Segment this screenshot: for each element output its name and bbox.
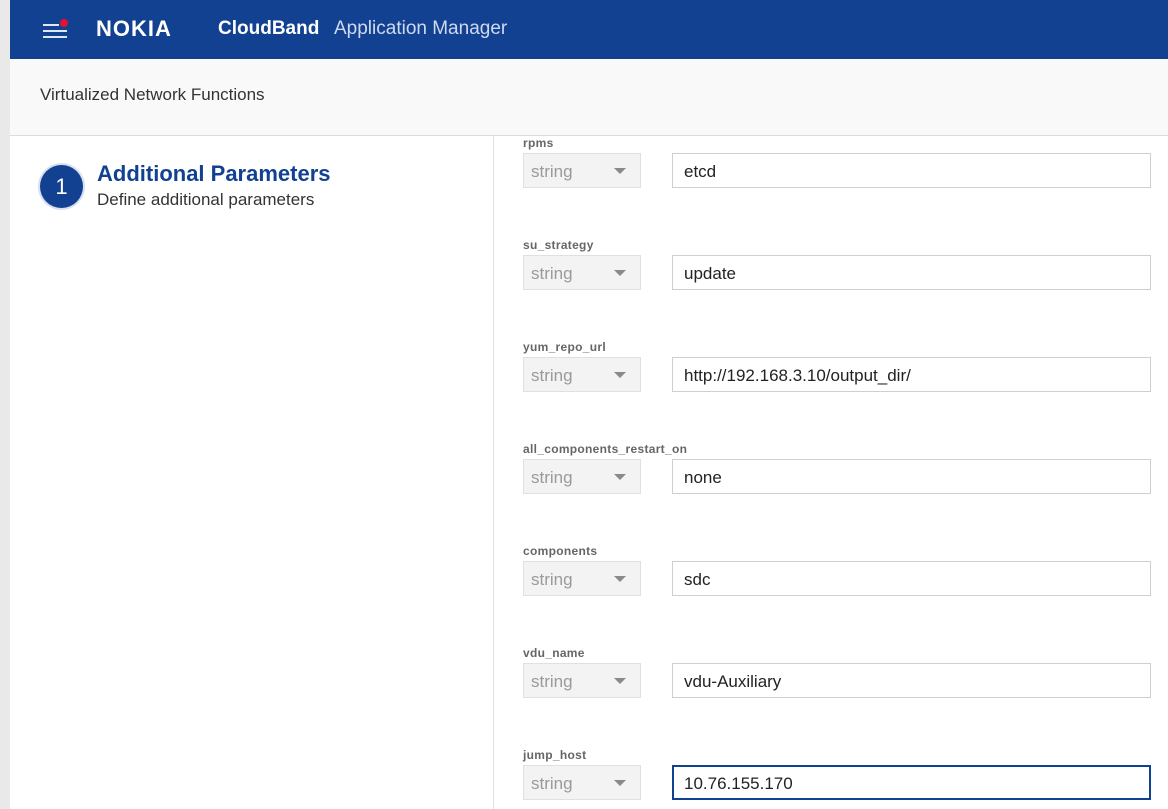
type-value: string: [531, 570, 573, 589]
type-value: string: [531, 468, 573, 487]
param-row-su-strategy: su_strategy string update: [494, 238, 1168, 308]
chevron-down-icon: [614, 678, 626, 684]
type-dropdown[interactable]: string: [523, 663, 641, 698]
chevron-down-icon: [614, 780, 626, 786]
param-value-text: sdc: [684, 570, 711, 589]
param-value-text: vdu-Auxiliary: [684, 672, 782, 691]
param-value-text: etcd: [684, 162, 717, 181]
param-value-input[interactable]: vdu-Auxiliary: [672, 663, 1151, 698]
param-label: components: [523, 544, 598, 558]
wizard-steps-panel: 1 Additional Parameters Define additiona…: [10, 136, 494, 809]
chevron-down-icon: [614, 474, 626, 480]
chevron-down-icon: [614, 270, 626, 276]
hamburger-menu-icon[interactable]: [43, 18, 69, 40]
param-value-input[interactable]: 10.76.155.170: [672, 765, 1151, 800]
param-row-rpms: rpms string etcd: [494, 136, 1168, 206]
param-label: all_components_restart_on: [523, 442, 688, 456]
param-value-text: update: [684, 264, 736, 283]
parameters-form: rpms string etcd su_strategy string upda…: [494, 136, 1168, 809]
top-navigation-bar: NOKIA CloudBand Application Manager: [10, 0, 1168, 59]
param-label: yum_repo_url: [523, 340, 606, 354]
param-value-text: none: [684, 468, 722, 487]
type-dropdown[interactable]: string: [523, 255, 641, 290]
notification-dot: [60, 19, 68, 27]
type-dropdown[interactable]: string: [523, 561, 641, 596]
application-name: Application Manager: [334, 18, 508, 39]
chevron-down-icon: [614, 168, 626, 174]
param-row-all-components-restart-on: all_components_restart_on string none: [494, 442, 1168, 512]
type-dropdown[interactable]: string: [523, 765, 641, 800]
param-row-yum-repo-url: yum_repo_url string http://192.168.3.10/…: [494, 340, 1168, 410]
param-value-text: http://192.168.3.10/output_dir/: [684, 366, 911, 385]
type-value: string: [531, 264, 573, 283]
type-dropdown[interactable]: string: [523, 153, 641, 188]
param-label: jump_host: [523, 748, 587, 762]
param-value-text: 10.76.155.170: [684, 774, 793, 793]
page-header: Virtualized Network Functions: [10, 59, 1168, 136]
type-value: string: [531, 162, 573, 181]
product-name: CloudBand: [218, 18, 320, 39]
type-value: string: [531, 366, 573, 385]
param-row-jump-host: jump_host string 10.76.155.170: [494, 748, 1168, 809]
step-subtitle: Define additional parameters: [97, 190, 315, 209]
param-label: su_strategy: [523, 238, 594, 252]
chevron-down-icon: [614, 372, 626, 378]
param-value-input[interactable]: sdc: [672, 561, 1151, 596]
step-number-badge: 1: [40, 165, 83, 208]
page-title: Virtualized Network Functions: [40, 85, 265, 104]
type-value: string: [531, 774, 573, 793]
param-row-vdu-name: vdu_name string vdu-Auxiliary: [494, 646, 1168, 716]
chevron-down-icon: [614, 576, 626, 582]
param-label: rpms: [523, 136, 554, 150]
type-dropdown[interactable]: string: [523, 459, 641, 494]
param-value-input[interactable]: none: [672, 459, 1151, 494]
type-value: string: [531, 672, 573, 691]
param-value-input[interactable]: http://192.168.3.10/output_dir/: [672, 357, 1151, 392]
param-value-input[interactable]: update: [672, 255, 1151, 290]
param-row-components: components string sdc: [494, 544, 1168, 614]
step-title: Additional Parameters: [97, 161, 331, 186]
param-value-input[interactable]: etcd: [672, 153, 1151, 188]
type-dropdown[interactable]: string: [523, 357, 641, 392]
nokia-logo: NOKIA: [96, 16, 172, 41]
param-label: vdu_name: [523, 646, 585, 660]
